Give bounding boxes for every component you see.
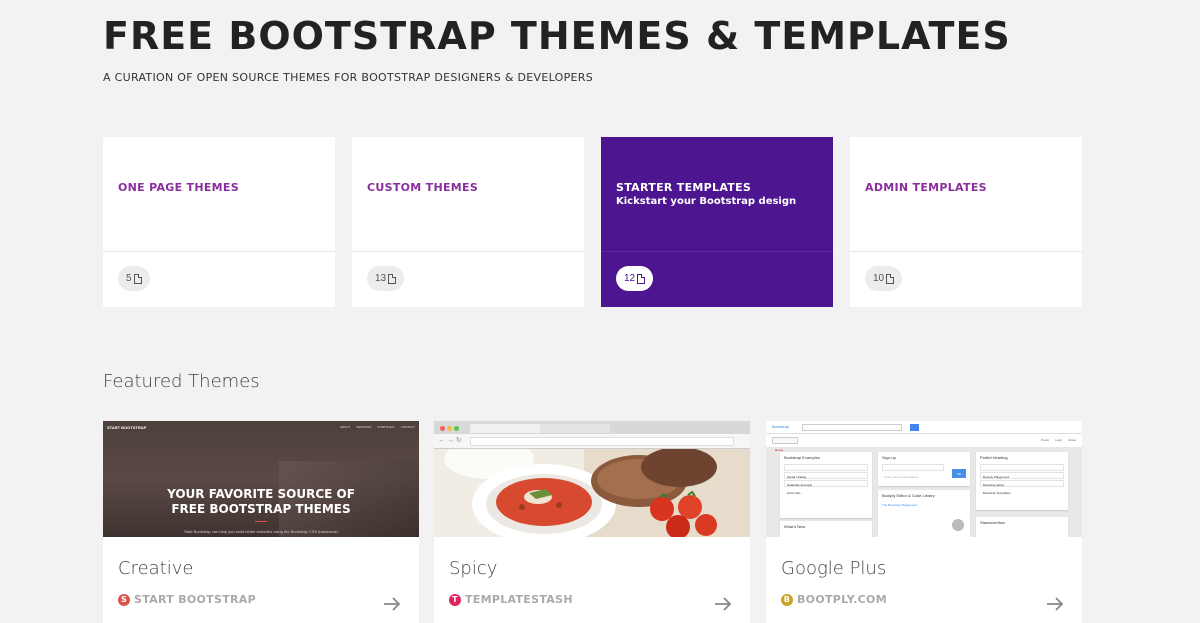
arrow-right-icon[interactable] <box>383 596 401 612</box>
count-value: 12 <box>624 273 636 284</box>
arrow-right-icon[interactable] <box>1046 596 1064 612</box>
category-title: ONE PAGE THEMES <box>118 181 239 194</box>
author-name: TEMPLATESTASH <box>465 593 573 606</box>
theme-thumbnail[interactable]: START BOOTSTRAP ABOUT SERVICES PORTFOLIO… <box>103 421 419 537</box>
category-title: CUSTOM THEMES <box>367 181 479 194</box>
theme-card-spicy[interactable]: ← → ↻ Spicy T TEMPLATESTASH <box>434 421 750 623</box>
thumb-panel: Bootstrap Examples Modal / Dialog Datata… <box>780 452 872 518</box>
category-description: Kickstart your Bootstrap design <box>616 196 797 207</box>
theme-author[interactable]: T TEMPLATESTASH <box>449 593 573 606</box>
category-card-one-page-themes[interactable]: ONE PAGE THEMES 5 <box>103 137 335 307</box>
author-name: BOOTPLY.COM <box>797 593 887 606</box>
panel-input-placeholder: Enter your email address <box>885 475 919 479</box>
start-bootstrap-logo-icon: S <box>118 593 130 606</box>
minimize-dot-icon <box>447 426 452 431</box>
category-title: ADMIN TEMPLATES <box>865 181 987 194</box>
thumb-headline: YOUR FAVORITE SOURCE OF FREE BOOTSTRAP T… <box>103 487 419 517</box>
author-name: START BOOTSTRAP <box>134 593 256 606</box>
browser-tab <box>540 424 610 433</box>
thumb-nav-link: CONTACT <box>400 425 415 429</box>
thumb-brand: Bootstrap <box>772 424 790 429</box>
home-pill: Home <box>772 437 798 452</box>
panel-title: Sign-up <box>882 455 896 460</box>
panel-item: Bootstrap Templates <box>983 491 1011 495</box>
thumb-panel: Sign-up Enter your email address OK <box>878 452 970 486</box>
thumb-tab: Posts <box>1041 438 1049 442</box>
theme-count-badge: 10 <box>865 266 903 291</box>
browser-chrome: ← → ↻ <box>434 421 750 449</box>
theme-thumbnail[interactable]: Bootstrap Search Home Posts Login About … <box>766 421 1082 537</box>
thumb-tagline: Start Bootstrap can help you build bette… <box>184 529 338 534</box>
panel-title: Bootply Editor & Code Library <box>882 493 935 498</box>
document-icon <box>637 273 646 284</box>
browser-nav-icon: ← → ↻ <box>438 437 462 444</box>
thumb-search: Search <box>802 424 902 439</box>
thumb-tab: About <box>1068 438 1076 442</box>
theme-author[interactable]: S START BOOTSTRAP <box>118 593 256 606</box>
templatestash-logo-icon: T <box>449 593 461 606</box>
thumb-headline-line: YOUR FAVORITE SOURCE OF <box>167 487 355 501</box>
thumb-tab: Login <box>1054 438 1063 442</box>
category-card-admin-templates[interactable]: ADMIN TEMPLATES 10 <box>850 137 1082 307</box>
panel-link: The Bootstrap Playground <box>882 503 917 507</box>
page-title: FREE BOOTSTRAP THEMES & TEMPLATES <box>103 14 1011 58</box>
theme-author[interactable]: B BOOTPLY.COM <box>781 593 887 606</box>
category-card-starter-templates[interactable]: STARTER TEMPLATES Kickstart your Bootstr… <box>601 137 833 307</box>
avatar <box>952 519 964 531</box>
address-bar <box>470 437 734 446</box>
theme-count-badge: 12 <box>616 266 654 291</box>
theme-name[interactable]: Creative <box>118 558 193 579</box>
thumb-panel: Stackoverflow <box>976 517 1068 537</box>
theme-name[interactable]: Spicy <box>449 558 497 579</box>
panel-title: What's New <box>784 524 806 529</box>
ok-button: OK <box>952 469 966 478</box>
document-icon <box>388 273 397 284</box>
thumb-panel: What's New <box>780 521 872 537</box>
thumb-headline-line: FREE BOOTSTRAP THEMES <box>171 502 351 516</box>
panel-title: Portlet Heading <box>980 455 1008 460</box>
search-button <box>910 424 919 431</box>
panel-title: Stackoverflow <box>980 520 1005 525</box>
thumb-brand: START BOOTSTRAP <box>107 424 147 430</box>
theme-count-badge: 5 <box>118 266 150 291</box>
bootply-logo-icon: B <box>781 593 793 606</box>
category-title: STARTER TEMPLATES <box>616 181 752 194</box>
panel-item: Grid Links <box>787 491 801 495</box>
thumb-nav-link: PORTFOLIO <box>377 425 395 429</box>
theme-card-creative[interactable]: START BOOTSTRAP ABOUT SERVICES PORTFOLIO… <box>103 421 419 623</box>
thumb-panel: Bootply Editor & Code Library The Bootst… <box>878 490 970 537</box>
theme-count-badge: 13 <box>367 266 405 291</box>
divider <box>255 521 267 522</box>
count-value: 10 <box>873 273 885 284</box>
close-dot-icon <box>440 426 445 431</box>
browser-tab <box>470 424 540 433</box>
category-card-custom-themes[interactable]: CUSTOM THEMES 13 <box>352 137 584 307</box>
document-icon <box>886 273 895 284</box>
theme-thumbnail[interactable]: ← → ↻ <box>434 421 750 537</box>
maximize-dot-icon <box>454 426 459 431</box>
thumb-panel: Portlet Heading Bootply Playground Boots… <box>976 452 1068 510</box>
theme-card-google-plus[interactable]: Bootstrap Search Home Posts Login About … <box>766 421 1082 623</box>
soup-photo <box>434 449 750 537</box>
page-subtitle: A CURATION OF OPEN SOURCE THEMES FOR BOO… <box>103 71 594 84</box>
arrow-right-icon[interactable] <box>714 596 732 612</box>
theme-name[interactable]: Google Plus <box>781 558 886 579</box>
panel-title: Bootstrap Examples <box>784 455 820 460</box>
thumb-nav-link: ABOUT <box>339 425 351 429</box>
document-icon <box>133 273 142 284</box>
thumb-nav-link: SERVICES <box>356 425 372 429</box>
count-value: 13 <box>375 273 387 284</box>
count-value: 5 <box>126 273 132 284</box>
featured-themes-heading: Featured Themes <box>103 371 260 392</box>
